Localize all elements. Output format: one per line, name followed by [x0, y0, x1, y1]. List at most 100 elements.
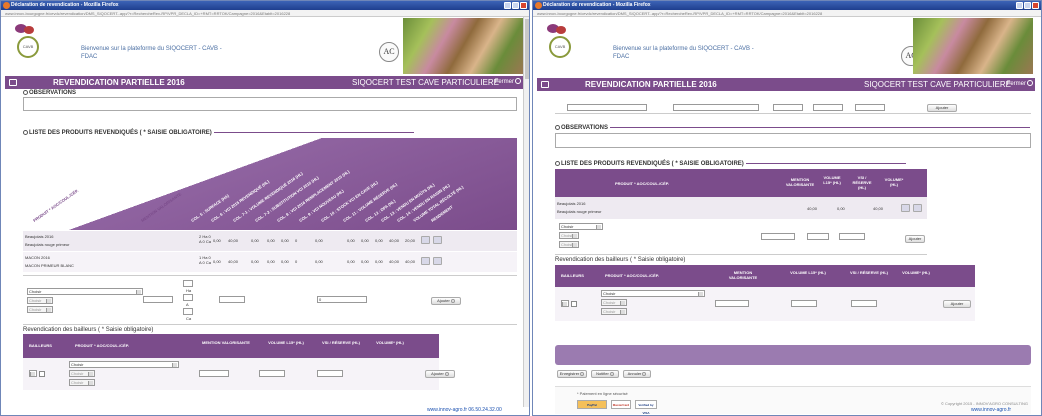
right-status-link[interactable]: www.innov-agro.fr [971, 407, 1011, 413]
b-product-select[interactable]: Choisir [69, 361, 179, 368]
cepage-select[interactable]: Choisir [27, 306, 53, 313]
b-col-product: PRODUIT * AOC/COUL./CÉP. [605, 273, 660, 278]
b-cepage-select[interactable]: Choisir [69, 379, 95, 386]
left-status-link[interactable]: www.innov-agro.fr 06.50.24.32.00 [427, 407, 502, 413]
mention-input[interactable] [143, 296, 173, 303]
close-button[interactable]: Fermer [495, 76, 521, 89]
purple-footer-bar [555, 345, 1031, 365]
cepage-select[interactable]: Choisir [559, 241, 579, 248]
color-select[interactable]: Choisir [27, 297, 53, 304]
volume-input[interactable] [807, 233, 829, 240]
edit-icon[interactable] [421, 257, 430, 265]
right-browser-window: Déclaration de revendication - Mozilla F… [532, 0, 1042, 416]
b-col-bailleurs: BAILLEURS [561, 273, 584, 278]
row-product-year: Beaujolais 2016 [557, 201, 586, 206]
add-circle-icon [444, 371, 449, 376]
surface-a-input[interactable] [183, 294, 193, 301]
maximize-icon[interactable] [1024, 2, 1031, 9]
b-col-mention: MENTION VALORISANTE [728, 270, 758, 280]
bailleur-checkbox[interactable] [571, 301, 577, 307]
row-value: 40,00 [389, 259, 400, 264]
close-button[interactable]: Fermer [1007, 78, 1033, 91]
b-col-vsi: VSI / RÉSERVE (HL) [850, 270, 888, 275]
edit-icon[interactable] [901, 204, 910, 212]
close-window-icon[interactable] [1032, 2, 1039, 9]
row-value: 0 [295, 238, 298, 243]
b-col-volume: VOLUME L15* (HL) [790, 270, 826, 275]
cavb-logo: CAVB [547, 24, 577, 62]
vci-input[interactable] [219, 296, 245, 303]
delete-icon[interactable] [433, 257, 442, 265]
add-button[interactable]: Ajouter [431, 297, 461, 305]
section-rule [213, 132, 414, 133]
notify-button[interactable]: Notifier [591, 370, 619, 378]
color-select[interactable]: Choisir [559, 232, 579, 239]
left-scrollbar[interactable] [523, 17, 529, 407]
b-mention-input[interactable] [199, 370, 229, 377]
b-volume-input[interactable] [791, 300, 817, 307]
left-url-bar[interactable]: www.innov-bourgogne.fr/cevdc/revendicati… [1, 10, 529, 17]
row-value: 40,00 [873, 206, 884, 211]
scroll-thumb[interactable] [525, 19, 529, 79]
row-value: 0 [295, 259, 298, 264]
add-button[interactable]: Ajouter [905, 235, 925, 243]
previous-input[interactable] [773, 104, 803, 111]
cancel-button[interactable]: Annuler [623, 370, 651, 378]
row-value: 0,00 [267, 259, 275, 264]
left-window-controls [504, 2, 527, 9]
collapse-icon[interactable] [23, 90, 28, 95]
previous-input[interactable] [813, 104, 843, 111]
b-add-button[interactable]: Ajouter [943, 300, 971, 308]
add-label: Ajouter [431, 371, 444, 376]
bailleur-checkbox[interactable] [39, 371, 45, 377]
row-product-year: Beaujolais 2016 [25, 234, 54, 239]
volume-input[interactable]: 0 [317, 296, 367, 303]
close-window-icon[interactable] [520, 2, 527, 9]
b-color-select[interactable]: Choisir [601, 299, 627, 306]
delete-icon[interactable] [433, 236, 442, 244]
b-volume-input[interactable] [259, 370, 285, 377]
vsi-input[interactable] [839, 233, 865, 240]
previous-entry-row: Ajouter [555, 102, 1031, 114]
delete-icon[interactable] [913, 204, 922, 212]
surface-ha-input[interactable] [183, 280, 193, 287]
b-cepage-select[interactable]: Choisir [601, 308, 627, 315]
previous-input[interactable] [855, 104, 885, 111]
b-mention-input[interactable] [715, 300, 749, 307]
add-circle-icon [450, 298, 455, 303]
right-window-controls [1016, 2, 1039, 9]
row-product-name: MACON PRIMEUR BLANC [25, 263, 74, 268]
right-url-bar[interactable]: www.innov-bourgogne.fr/cevdc/revendicati… [533, 10, 1041, 17]
collapse-icon[interactable] [555, 125, 560, 130]
maximize-icon[interactable] [512, 2, 519, 9]
b-vsi-input[interactable] [851, 300, 877, 307]
previous-add-button[interactable]: Ajouter [927, 104, 957, 112]
row-surface: 2 Ha 0 A 0 Ca [199, 234, 212, 244]
b-vsi-input[interactable] [317, 370, 343, 377]
copyright-text: © Copyright 2015 - INNOV'AGRO CONSULTING [941, 401, 1028, 406]
b-color-select[interactable]: Choisir [69, 370, 95, 377]
minimize-icon[interactable] [1016, 2, 1023, 9]
bailleur-select[interactable] [561, 300, 569, 307]
mention-input[interactable] [761, 233, 795, 240]
save-button[interactable]: Enregistrer [557, 370, 587, 378]
row-value: 0,00 [375, 259, 383, 264]
previous-input[interactable] [673, 104, 759, 111]
row-value: 0,00 [361, 238, 369, 243]
collapse-icon[interactable] [23, 130, 28, 135]
col-header-product: PRODUIT * AOC/COUL./CÉP. [615, 181, 670, 186]
bailleurs-entry-row: Choisir Choisir Choisir Ajouter [555, 287, 975, 321]
surface-ca-input[interactable] [183, 308, 193, 315]
b-add-button[interactable]: Ajouter [425, 370, 455, 378]
observations-textarea[interactable] [555, 133, 1031, 148]
product-select[interactable]: Choisir [559, 223, 603, 230]
minimize-icon[interactable] [504, 2, 511, 9]
previous-input[interactable] [567, 104, 647, 111]
collapse-icon[interactable] [555, 161, 560, 166]
edit-icon[interactable] [421, 236, 430, 244]
bailleur-select[interactable] [29, 370, 37, 377]
product-select[interactable]: Choisir [27, 288, 143, 295]
b-product-select[interactable]: Choisir [601, 290, 705, 297]
observations-textarea[interactable] [23, 97, 517, 111]
row-value: 0,00 [281, 259, 289, 264]
